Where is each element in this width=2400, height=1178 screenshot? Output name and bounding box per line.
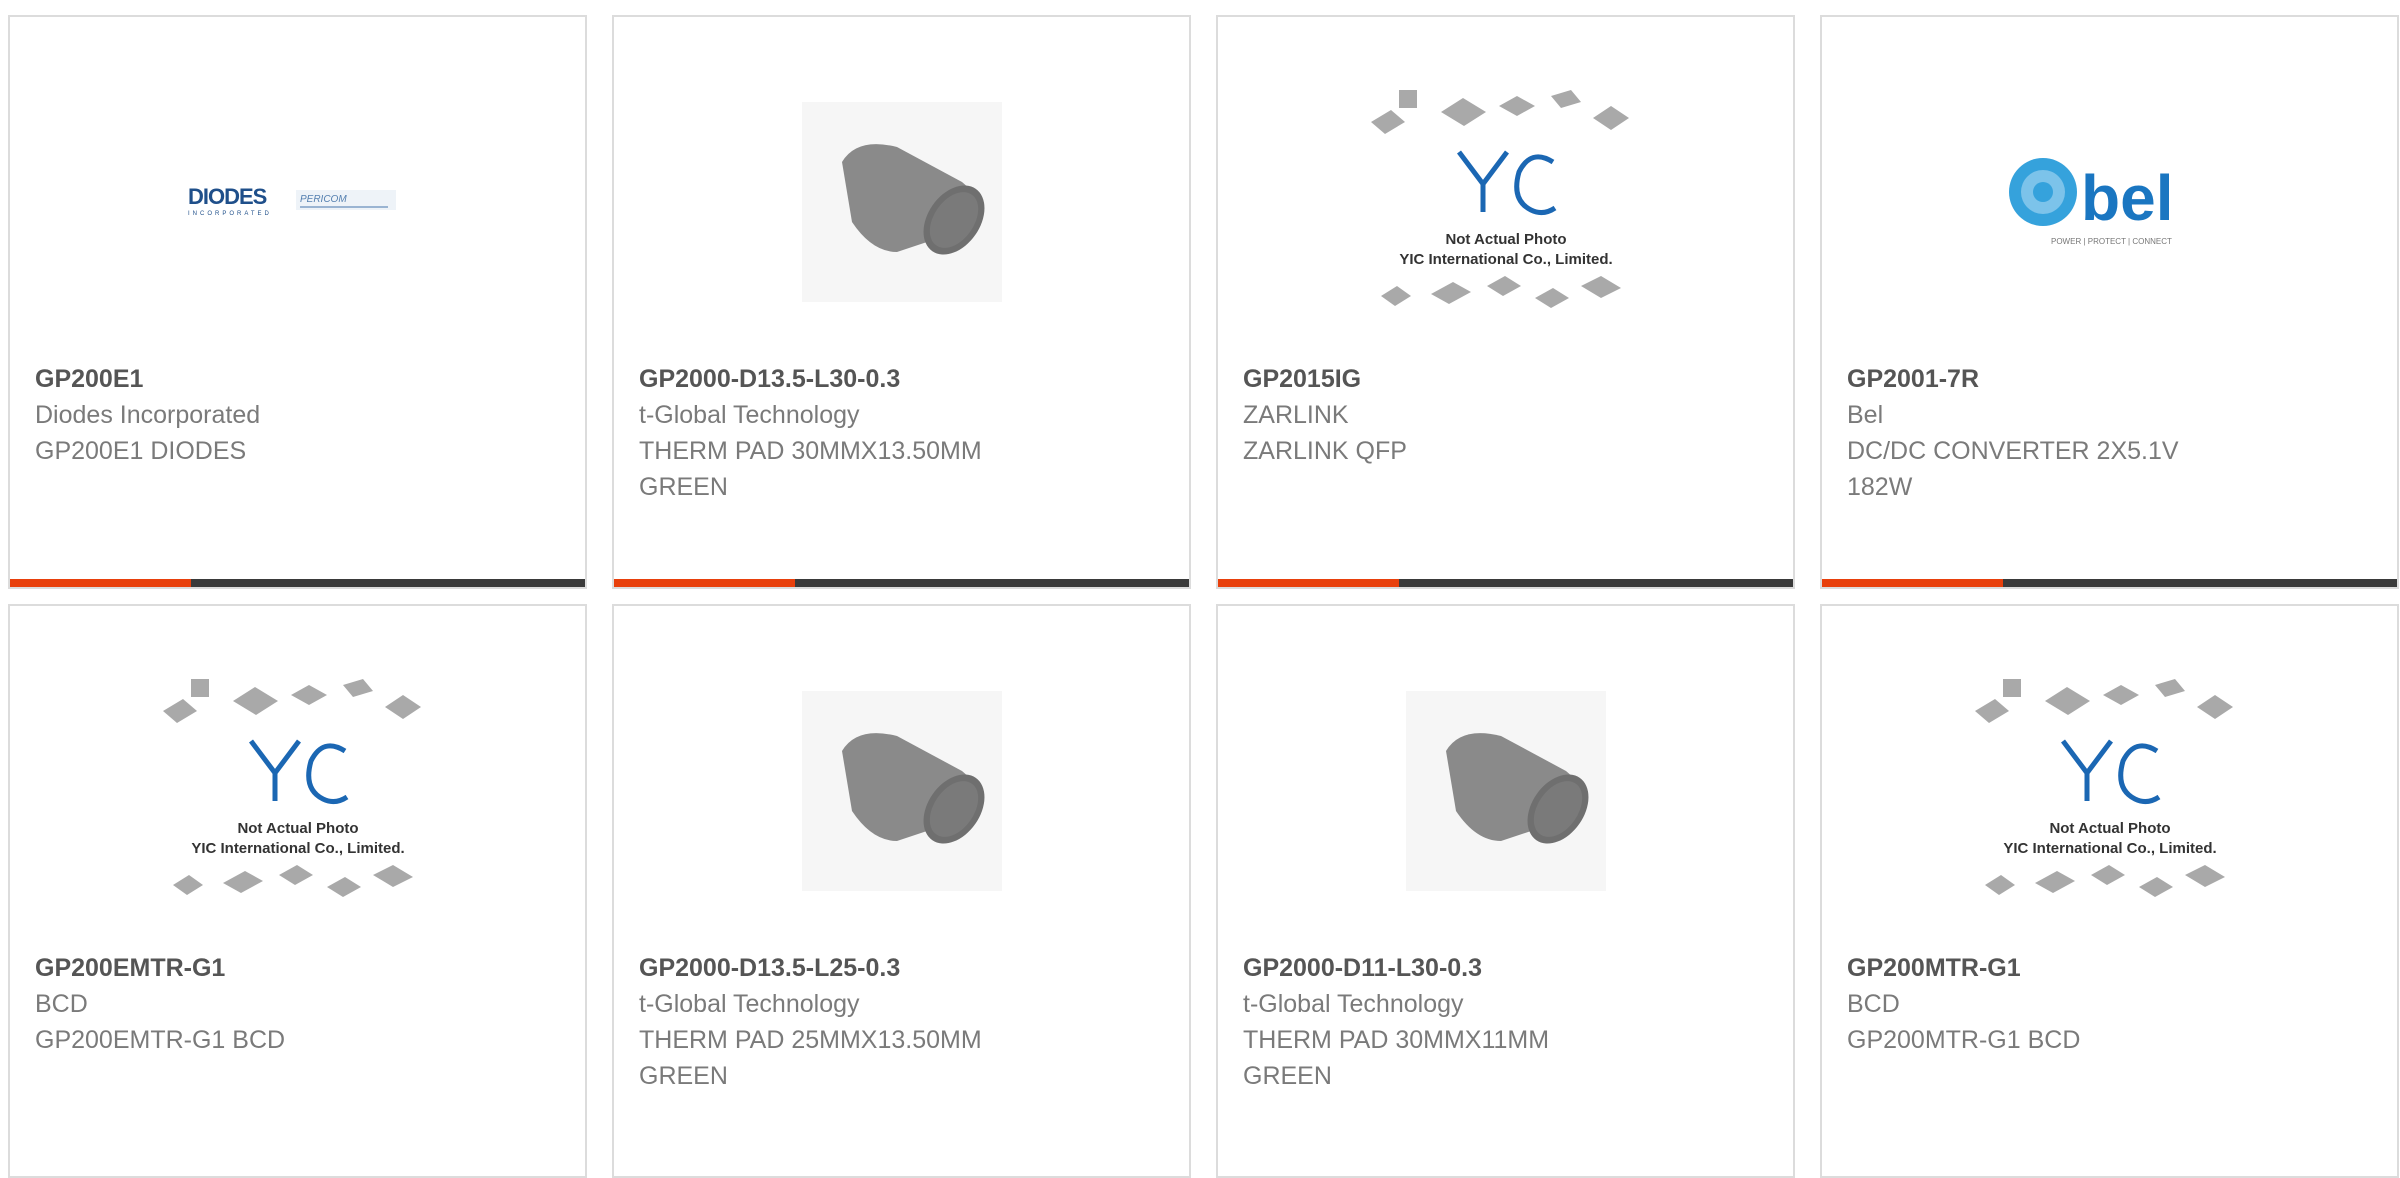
logo-text: DIODES [188, 184, 267, 209]
placeholder-line-2: YIC International Co., Limited. [1399, 251, 1612, 268]
bel-logo-icon: bel POWER | PROTECT | CONNECT [2008, 158, 2173, 246]
product-image[interactable] [614, 72, 1189, 332]
product-image[interactable]: Not Actual Photo YIC International Co., … [1822, 661, 2397, 921]
logo-text: bel [2081, 162, 2173, 234]
placeholder-line-2: YIC International Co., Limited. [2003, 840, 2216, 857]
product-grid: DIODES INCORPORATED PERICOM GP200E1 Diod… [8, 15, 2399, 1178]
part-number[interactable]: GP2000-D13.5-L30-0.3 [639, 361, 1169, 397]
yic-placeholder-icon: Not Actual Photo YIC International Co., … [162, 679, 421, 897]
placeholder-line-1: Not Actual Photo [2049, 820, 2170, 837]
therm-pad-icon [801, 102, 1002, 302]
part-number[interactable]: GP2000-D13.5-L25-0.3 [639, 950, 1169, 986]
product-image[interactable] [1218, 661, 1793, 921]
placeholder-line-1: Not Actual Photo [1445, 231, 1566, 248]
yic-placeholder-icon: Not Actual Photo YIC International Co., … [1370, 90, 1629, 308]
logo-subtext: INCORPORATED [188, 211, 272, 217]
diodes-logo-icon: DIODES INCORPORATED PERICOM [188, 184, 396, 217]
therm-pad-icon [801, 691, 1002, 891]
product-card[interactable]: DIODES INCORPORATED PERICOM GP200E1 Diod… [8, 15, 587, 589]
product-card[interactable]: Not Actual Photo YIC International Co., … [1216, 15, 1795, 589]
manufacturer: t-Global Technology [1243, 990, 1464, 1018]
part-number[interactable]: GP200E1 [35, 361, 565, 397]
product-image[interactable]: DIODES INCORPORATED PERICOM [10, 72, 585, 332]
description: THERM PAD 30MMX13.50MM GREEN [639, 437, 982, 501]
part-number[interactable]: GP2001-7R [1847, 361, 2377, 397]
part-number[interactable]: GP200EMTR-G1 [35, 950, 565, 986]
description: THERM PAD 30MMX11MM GREEN [1243, 1026, 1550, 1090]
manufacturer: Bel [1847, 401, 1884, 429]
description: THERM PAD 25MMX13.50MM GREEN [639, 1026, 982, 1090]
logo-partner: PERICOM [300, 194, 347, 205]
manufacturer: t-Global Technology [639, 990, 860, 1018]
product-image[interactable] [614, 661, 1189, 921]
part-number[interactable]: GP2015IG [1243, 361, 1773, 397]
therm-pad-icon [1405, 691, 1606, 891]
product-card[interactable]: Not Actual Photo YIC International Co., … [1820, 604, 2399, 1178]
description: ZARLINK QFP [1243, 437, 1407, 465]
description: GP200MTR-G1 BCD [1847, 1026, 2081, 1054]
manufacturer: t-Global Technology [639, 401, 860, 429]
card-bar [10, 579, 585, 587]
description: GP200E1 DIODES [35, 437, 247, 465]
manufacturer: BCD [35, 990, 88, 1018]
description: DC/DC CONVERTER 2X5.1V 182W [1847, 437, 2179, 501]
placeholder-line-1: Not Actual Photo [237, 820, 358, 837]
card-bar [614, 579, 1189, 587]
description: GP200EMTR-G1 BCD [35, 1026, 286, 1054]
card-bar [1218, 579, 1793, 587]
manufacturer: BCD [1847, 990, 1900, 1018]
yic-placeholder-icon: Not Actual Photo YIC International Co., … [1974, 679, 2233, 897]
manufacturer: Diodes Incorporated [35, 401, 261, 429]
product-image[interactable]: Not Actual Photo YIC International Co., … [1218, 72, 1793, 332]
part-number[interactable]: GP2000-D11-L30-0.3 [1243, 950, 1773, 986]
product-card[interactable]: Not Actual Photo YIC International Co., … [8, 604, 587, 1178]
product-card[interactable]: GP2000-D13.5-L30-0.3 t-Global Technology… [612, 15, 1191, 589]
product-card[interactable]: GP2000-D13.5-L25-0.3 t-Global Technology… [612, 604, 1191, 1178]
product-card[interactable]: GP2000-D11-L30-0.3 t-Global Technology T… [1216, 604, 1795, 1178]
product-card[interactable]: bel POWER | PROTECT | CONNECT GP2001-7R … [1820, 15, 2399, 589]
manufacturer: ZARLINK [1243, 401, 1349, 429]
placeholder-line-2: YIC International Co., Limited. [191, 840, 404, 857]
product-image[interactable]: bel POWER | PROTECT | CONNECT [1822, 72, 2397, 332]
card-bar [1822, 579, 2397, 587]
product-image[interactable]: Not Actual Photo YIC International Co., … [10, 661, 585, 921]
logo-tagline: POWER | PROTECT | CONNECT [2051, 237, 2172, 246]
part-number[interactable]: GP200MTR-G1 [1847, 950, 2377, 986]
